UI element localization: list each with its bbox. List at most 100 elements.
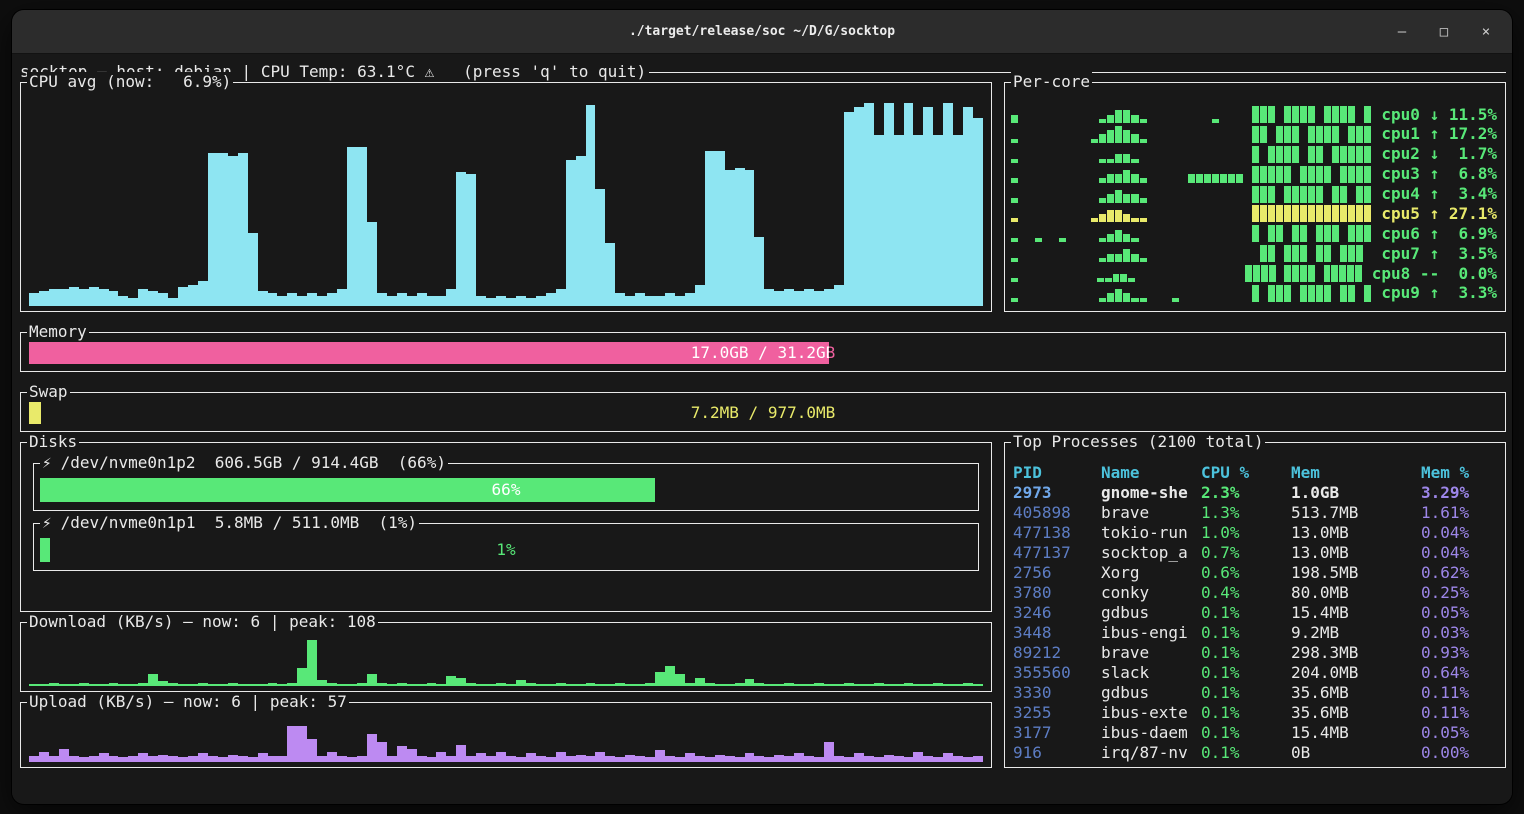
- chart-bar: [446, 756, 456, 762]
- process-row[interactable]: 89212brave0.1%298.3MB0.93%: [1013, 643, 1501, 663]
- chart-bar: [715, 151, 725, 306]
- chart-bar: [39, 752, 49, 762]
- spark-bar: [1348, 166, 1355, 183]
- chart-bar: [973, 118, 983, 306]
- process-table-header: PID Name CPU % Mem Mem %: [1013, 463, 1501, 483]
- spark-bar: [1115, 230, 1122, 243]
- spark-bar: [1059, 238, 1066, 242]
- chart-bar: [228, 683, 238, 684]
- chart-bar: [874, 135, 884, 306]
- close-button[interactable]: ×: [1478, 23, 1494, 41]
- cpu-avg-title: CPU avg (now: 6.9%): [27, 72, 233, 92]
- spark-bar: [1220, 174, 1227, 183]
- process-cpu: 0.1%: [1201, 703, 1291, 723]
- spark-bar: [1115, 210, 1122, 223]
- memory-panel: Memory 17.0GB / 31.2GB17.0GB / 31.2GB: [20, 332, 1506, 372]
- upload-chart: [29, 717, 983, 762]
- spark-bar: [1099, 298, 1106, 302]
- chart-bar: [347, 757, 357, 762]
- process-mem: 15.4MB: [1291, 723, 1421, 743]
- chart-bar: [198, 753, 208, 762]
- chart-bar: [735, 757, 745, 762]
- spark-bar: [1107, 115, 1114, 124]
- process-row[interactable]: 405898brave1.3%513.7MB1.61%: [1013, 503, 1501, 523]
- process-row[interactable]: 2756Xorg0.6%198.5MB0.62%: [1013, 563, 1501, 583]
- chart-bar: [894, 756, 904, 762]
- chart-bar: [615, 683, 625, 684]
- minimize-button[interactable]: –: [1394, 23, 1410, 41]
- maximize-button[interactable]: □: [1436, 23, 1452, 41]
- spark-bar: [1011, 178, 1018, 182]
- spark-bar: [1292, 126, 1299, 143]
- disk-panel-nvme0n1p1: ⚡/dev/nvme0n1p1 5.8MB / 511.0MB (1%) 1%1…: [33, 523, 979, 571]
- chart-bar: [337, 756, 347, 762]
- chart-bar: [307, 640, 317, 684]
- chart-bar: [536, 296, 546, 306]
- process-row[interactable]: 2973gnome-she2.3%1.0GB3.29%: [1013, 483, 1501, 503]
- process-row[interactable]: 3780conky0.4%80.0MB0.25%: [1013, 583, 1501, 603]
- core-label: cpu7 ↑ 3.5%: [1381, 244, 1497, 264]
- spark-bar: [1316, 285, 1323, 302]
- disk-icon: ⚡: [42, 453, 52, 472]
- spark-bar: [1011, 258, 1018, 262]
- titlebar[interactable]: ./target/release/soc ~/D/G/socktop – □ ×: [12, 10, 1512, 54]
- chart-bar: [49, 289, 59, 306]
- process-row[interactable]: 3177ibus-daem0.1%15.4MB0.05%: [1013, 723, 1501, 743]
- process-mem: 9.2MB: [1291, 623, 1421, 643]
- process-row[interactable]: 3330gdbus0.1%35.6MB0.11%: [1013, 683, 1501, 703]
- chart-bar: [784, 756, 794, 762]
- window-title: ./target/release/soc ~/D/G/socktop: [629, 24, 895, 39]
- chart-bar: [645, 296, 655, 306]
- disk-2-title-text: /dev/nvme0n1p1 5.8MB / 511.0MB (1%): [61, 513, 417, 532]
- process-name: ibus-engi: [1101, 623, 1201, 643]
- spark-bar: [1107, 194, 1114, 203]
- chart-bar: [476, 296, 486, 306]
- chart-bar: [625, 755, 635, 762]
- chart-bar: [675, 296, 685, 306]
- process-row[interactable]: 477138tokio-run1.0%13.0MB0.04%: [1013, 523, 1501, 543]
- process-row[interactable]: 916irq/87-nv0.1%0B0.00%: [1013, 743, 1501, 763]
- chart-bar: [556, 752, 566, 762]
- memory-gauge: 17.0GB / 31.2GB17.0GB / 31.2GB: [29, 342, 1497, 364]
- spark-bar: [1107, 254, 1114, 263]
- gauge-fill: 17.0GB / 31.2GB: [29, 342, 829, 364]
- spark-bar: [1332, 126, 1339, 143]
- chart-bar: [685, 683, 695, 684]
- process-cpu: 0.4%: [1201, 583, 1291, 603]
- chart-bar: [486, 298, 496, 306]
- spark-bar: [1140, 258, 1147, 262]
- process-row[interactable]: 3255ibus-exte0.1%35.6MB0.11%: [1013, 703, 1501, 723]
- process-name: ibus-exte: [1101, 703, 1201, 723]
- spark-bar: [1252, 106, 1259, 123]
- spark-bar: [1140, 119, 1147, 123]
- spark-bar: [1107, 130, 1114, 143]
- spark-bar: [1300, 285, 1307, 302]
- spark-bar: [1123, 130, 1130, 143]
- terminal-content[interactable]: socktop — host: debian | CPU Temp: 63.1°…: [12, 54, 1512, 803]
- spark-bar: [1340, 285, 1347, 302]
- process-row[interactable]: 355560slack0.1%204.0MB0.64%: [1013, 663, 1501, 683]
- chart-bar: [655, 750, 665, 762]
- process-cpu: 0.6%: [1201, 563, 1291, 583]
- spark-bar: [1332, 146, 1339, 163]
- chart-bar: [834, 285, 844, 306]
- chart-bar: [933, 135, 943, 306]
- spark-bar: [1356, 205, 1363, 222]
- spark-bar: [1172, 298, 1179, 302]
- spark-bar: [1308, 186, 1315, 203]
- spark-bar: [1324, 166, 1331, 183]
- spark-bar: [1284, 265, 1291, 282]
- download-chart: [29, 637, 983, 686]
- process-row[interactable]: 3246gdbus0.1%15.4MB0.05%: [1013, 603, 1501, 623]
- chart-bar: [148, 291, 158, 306]
- process-mem-percent: 0.03%: [1421, 623, 1501, 643]
- process-row[interactable]: 3448ibus-engi0.1%9.2MB0.03%: [1013, 623, 1501, 643]
- process-row[interactable]: 477137socktop_a0.7%13.0MB0.04%: [1013, 543, 1501, 563]
- upload-title: Upload (KB/s) — now: 6 | peak: 57: [27, 692, 349, 712]
- process-mem-percent: 3.29%: [1421, 483, 1501, 503]
- chart-bar: [466, 683, 476, 684]
- chart-bar: [745, 679, 755, 684]
- chart-bar: [407, 296, 417, 306]
- spark-bar: [1236, 174, 1243, 183]
- spark-bar: [1260, 106, 1267, 123]
